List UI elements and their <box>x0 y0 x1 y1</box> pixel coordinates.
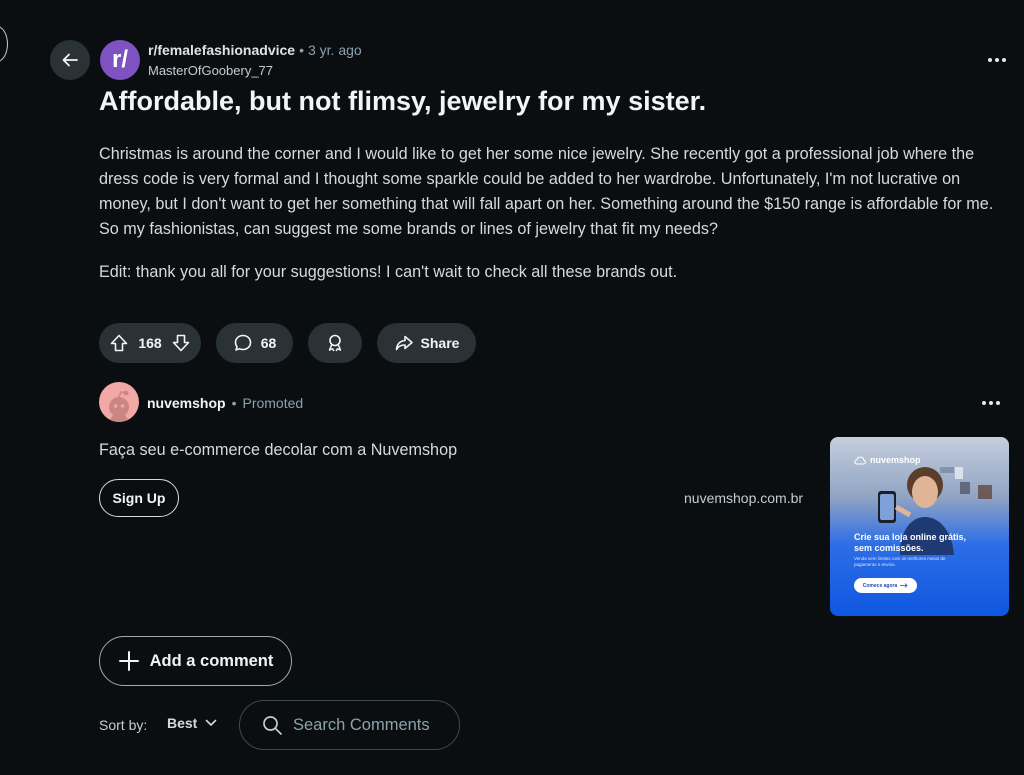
ad-image-cta-label: Comece agora <box>862 582 898 589</box>
ad-separator: • <box>231 395 237 411</box>
comment-icon <box>234 334 252 351</box>
snoo-avatar-icon <box>109 390 129 422</box>
subreddit-avatar[interactable]: r/ <box>100 40 140 80</box>
ad-image-headline: Crie sua loja online grátis, sem comissõ… <box>854 532 967 553</box>
ad-image-logo-text: nuvemshop <box>870 455 921 465</box>
post-time: 3 yr. ago <box>307 42 362 58</box>
share-button[interactable]: Share <box>377 323 476 363</box>
share-label: Share <box>420 335 460 351</box>
edge-partial-control <box>0 26 8 62</box>
ad-headline[interactable]: Faça seu e-commerce decolar com a Nuvems… <box>99 441 457 460</box>
add-comment-label: Add a comment <box>149 651 274 670</box>
chevron-down-icon <box>206 719 217 727</box>
downvote-icon <box>172 334 190 352</box>
sort-label: Sort by: <box>99 717 148 733</box>
signup-button[interactable]: Sign Up <box>99 479 179 517</box>
vote-count: 168 <box>138 335 162 351</box>
downvote-button[interactable] <box>171 333 191 353</box>
vote-control: 168 <box>99 323 201 363</box>
post-overflow-menu-button[interactable] <box>984 50 1010 70</box>
overflow-menu-icon <box>988 58 992 62</box>
subreddit-link[interactable]: r/femalefashionadvice <box>148 42 295 58</box>
meta-separator: • <box>299 42 304 58</box>
back-button[interactable] <box>50 40 90 80</box>
ad-image-logo: nuvemshop <box>854 455 921 465</box>
post-meta: r/femalefashionadvice • 3 yr. ago <box>148 42 362 58</box>
back-arrow-icon <box>62 53 78 67</box>
upvote-icon <box>110 334 128 352</box>
share-icon <box>395 335 413 351</box>
plus-icon <box>118 651 139 671</box>
add-comment-button[interactable]: Add a comment <box>99 636 292 686</box>
post-edit-note: Edit: thank you all for your suggestions… <box>99 263 678 281</box>
overflow-menu-icon <box>982 401 986 405</box>
award-button[interactable] <box>308 323 362 363</box>
arrow-right-icon <box>900 583 908 588</box>
promoted-label: Promoted <box>242 395 304 411</box>
sort-value: Best <box>167 715 198 731</box>
ad-image[interactable]: nuvemshop Crie sua loja online grátis, s… <box>830 437 1009 616</box>
search-comments-input[interactable] <box>293 715 453 735</box>
ad-domain-link[interactable]: nuvemshop.com.br <box>684 490 803 506</box>
advertiser-name[interactable]: nuvemshop <box>147 395 226 411</box>
award-icon <box>328 334 342 352</box>
sort-dropdown[interactable]: Best <box>167 715 217 731</box>
post-body: Christmas is around the corner and I wou… <box>99 145 994 238</box>
search-comments-box[interactable] <box>239 700 460 750</box>
ad-overflow-menu-button[interactable] <box>978 393 1004 413</box>
ad-meta: nuvemshop • Promoted <box>147 395 303 411</box>
comment-count: 68 <box>260 335 277 351</box>
cloud-logo-icon <box>854 455 866 464</box>
upvote-button[interactable] <box>109 333 129 353</box>
author-link[interactable]: MasterOfGoobery_77 <box>148 63 273 78</box>
post-title: Affordable, but not flimsy, jewelry for … <box>99 86 707 116</box>
ad-image-cta: Comece agora <box>854 578 917 593</box>
comments-button[interactable]: 68 <box>216 323 293 363</box>
advertiser-avatar[interactable] <box>99 382 139 422</box>
ad-image-subtext: Venda sem limites com os melhores meios … <box>854 556 946 567</box>
search-icon <box>263 715 282 735</box>
